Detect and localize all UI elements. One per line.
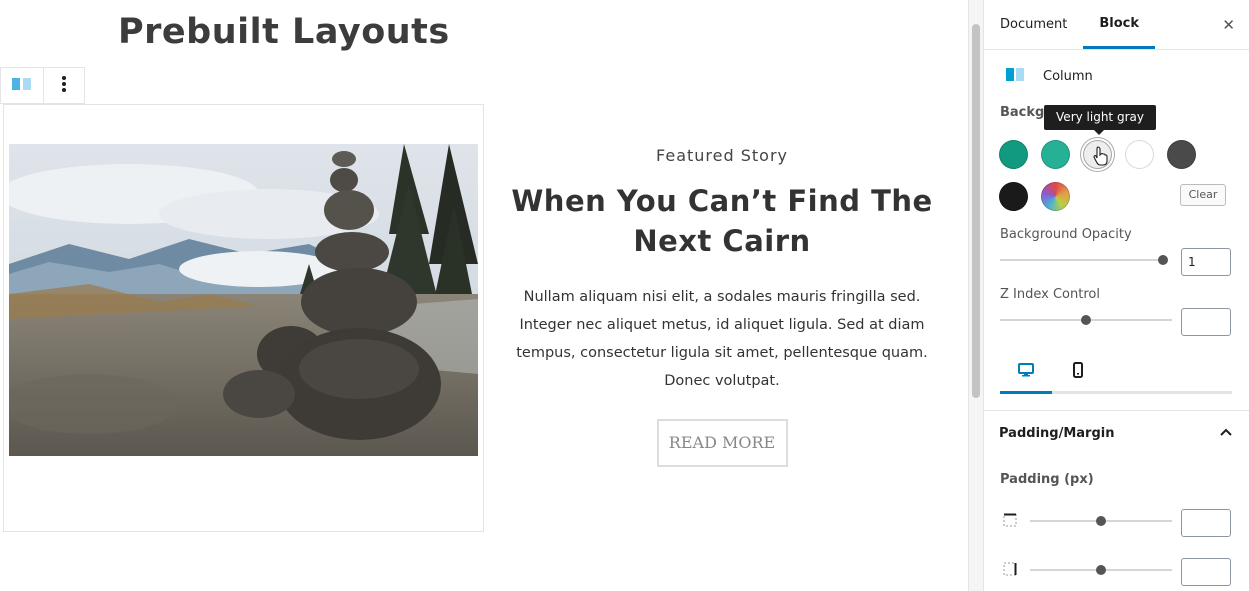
mobile-icon: [1070, 362, 1086, 391]
z-index-slider-thumb[interactable]: [1081, 315, 1091, 325]
background-opacity-slider-thumb[interactable]: [1158, 255, 1168, 265]
padding-right-slider-thumb[interactable]: [1096, 565, 1106, 575]
swatch-tooltip: Very light gray: [1044, 105, 1156, 130]
block-toolbar: [0, 67, 85, 104]
color-swatch-6[interactable]: [999, 182, 1028, 211]
columns-icon: [11, 76, 33, 96]
color-swatch-1[interactable]: [999, 140, 1028, 169]
column-icon: [1005, 66, 1027, 86]
more-options-button[interactable]: [42, 68, 85, 103]
pointer-cursor-icon: [1093, 146, 1109, 170]
z-index-input[interactable]: [1181, 308, 1231, 336]
block-name: Column: [1043, 68, 1093, 84]
story-excerpt[interactable]: Nullam aliquam nisi elit, a sodales maur…: [496, 283, 948, 395]
tab-block[interactable]: Block: [1083, 0, 1156, 49]
tab-desktop[interactable]: [1000, 362, 1052, 394]
background-opacity-label: Background Opacity: [1000, 227, 1132, 242]
tab-mobile[interactable]: [1052, 362, 1104, 391]
z-index-label: Z Index Control: [1000, 287, 1100, 302]
padding-top-slider-thumb[interactable]: [1096, 516, 1106, 526]
page-title[interactable]: Prebuilt Layouts: [118, 12, 450, 52]
read-more-button[interactable]: READ MORE: [656, 419, 788, 467]
padding-label: Padding (px): [1000, 472, 1094, 487]
block-card: Column: [1005, 66, 1093, 86]
padding-right-icon: [1002, 561, 1018, 577]
featured-image[interactable]: [9, 144, 478, 456]
padding-right-input[interactable]: [1181, 558, 1231, 586]
panel-divider: [984, 410, 1249, 411]
background-opacity-input[interactable]: [1181, 248, 1231, 276]
sidebar-tabs: Document Block ✕: [984, 0, 1249, 50]
clear-color-button[interactable]: Clear: [1180, 184, 1226, 206]
background-opacity-slider[interactable]: [1000, 259, 1168, 261]
story-content: Featured Story When You Can’t Find The N…: [496, 140, 948, 467]
block-type-button[interactable]: [1, 68, 43, 103]
color-swatch-5[interactable]: [1167, 140, 1196, 169]
story-headline[interactable]: When You Can’t Find The Next Cairn: [496, 181, 948, 261]
padding-top-input[interactable]: [1181, 509, 1231, 537]
editor-scrollbar-thumb[interactable]: [972, 24, 980, 398]
more-vertical-icon: [61, 75, 67, 97]
device-tabs: [1000, 358, 1232, 394]
color-swatch-2[interactable]: [1041, 140, 1070, 169]
close-icon[interactable]: ✕: [1222, 16, 1235, 34]
tab-document[interactable]: Document: [984, 0, 1083, 49]
story-kicker[interactable]: Featured Story: [496, 146, 948, 165]
padding-margin-panel-title[interactable]: Padding/Margin: [999, 426, 1114, 441]
editor-canvas: Prebuilt Layouts Featured Story When You…: [0, 0, 968, 591]
padding-top-icon: [1002, 512, 1018, 528]
tooltip-arrow: [1094, 130, 1104, 135]
color-swatch-4[interactable]: [1125, 140, 1154, 169]
custom-color-picker[interactable]: [1041, 182, 1070, 211]
desktop-icon: [1018, 362, 1034, 391]
chevron-up-icon[interactable]: [1218, 424, 1234, 440]
